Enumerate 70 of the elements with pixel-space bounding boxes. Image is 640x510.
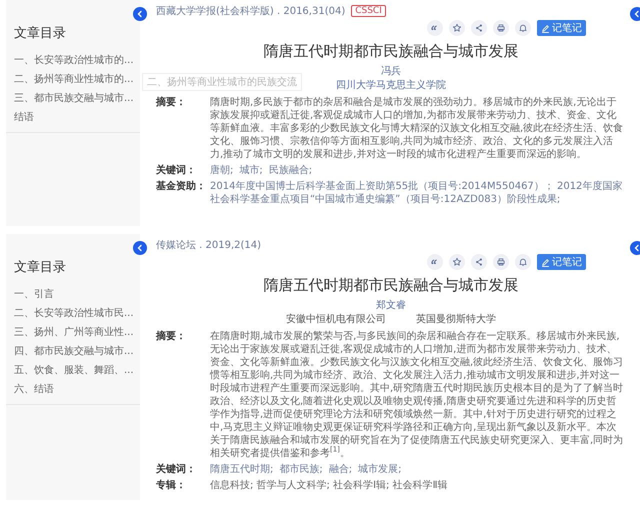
favorite-button[interactable] (449, 20, 465, 36)
chevron-left-icon (633, 10, 640, 18)
star-icon (452, 257, 462, 267)
note-button[interactable]: 记笔记 (537, 254, 586, 270)
collapse-button[interactable] (133, 241, 147, 255)
keyword-link[interactable]: 都市民族; (279, 463, 323, 476)
print-icon (496, 23, 506, 33)
print-button[interactable] (493, 20, 509, 36)
keyword-link[interactable]: 城市; (239, 164, 263, 177)
author-link[interactable]: 郑文睿 (376, 299, 406, 313)
affiliation-link[interactable]: 四川大学马克思主义学院 (336, 79, 446, 93)
field-text: 在隋唐时期,城市发展的繁荣与否,与多民族间的杂居和融合存在一定联系。移居城市外来民族,无论出于家族发展或避乱迁徙,客观促成城市的人口增加,进而为都市发展带来劳动力、技术、资金、文化等新鲜血液。少数民族文化与汉族文化相互交融,彼此经济生活、饮食文化、服饰习惯等相互影响,共同为城市经济、政治、文化发展注入活力,推动城市文明发展和进步,并对这一时段城市进程产生重要而深远影响。其中,研究隋唐五代时期民族历史根本目的是为了了解当时政治、经济以及文化,随着进化史观以及唯物史观传播,隋唐史研究要通过先进和科学的历史哲学作为指导,进而促使研究理论方法和研究领域焕然一新。其中,针对于历史进行研究的过程之中,马克思主义辩证唯物史观更保证研究科学路径和正确方向,呈现出新气象以及新水平。本次关于隋唐民族融合和城市发展的研究旨在为了促使隋唐五代民族史研究更深入、更丰富,同时为相关研究者提供借鉴和参考$^{[1]}$。 (210, 330, 624, 460)
collapse-button[interactable] (630, 241, 640, 255)
share-button[interactable] (471, 254, 487, 270)
star-icon (452, 23, 462, 33)
cite-button[interactable] (427, 20, 443, 36)
field-label: 专辑： (156, 479, 187, 492)
field-text: 信息科技; 哲学与人文科学; 社会科学Ⅰ辑; 社会科学Ⅱ辑 (210, 479, 449, 492)
toc-link[interactable]: 一、引言 (14, 287, 136, 301)
keyword-link[interactable]: 隋唐五代时期; (210, 463, 274, 476)
toc-link[interactable]: 五、饮食、服装、舞蹈、... (14, 363, 136, 377)
toc-link[interactable]: 二、扬州等商业性城市的... (14, 72, 136, 86)
affiliation-link[interactable]: 英国曼彻斯特大学 (416, 313, 496, 327)
collapse-button[interactable] (133, 7, 147, 21)
collapse-button[interactable] (630, 7, 640, 21)
field-label: 摘要： (156, 330, 187, 344)
share-button[interactable] (471, 20, 487, 36)
favorite-button[interactable] (449, 254, 465, 270)
pencil-icon (541, 258, 550, 266)
toc-heading: 文章目录 (14, 259, 67, 276)
field-label: 关键词： (156, 164, 197, 177)
affiliation-link[interactable]: 安徽中恒机电有限公司 (286, 313, 386, 327)
toc-link[interactable]: 结语 (14, 110, 136, 124)
tooltip: 二、扬州等商业性城市的民族交流 (142, 73, 302, 91)
note-button[interactable]: 记笔记 (537, 20, 586, 36)
keyword-link[interactable]: 民族融合; (268, 164, 312, 177)
bell-icon (518, 257, 528, 267)
bell-icon (518, 23, 528, 33)
share-icon (474, 257, 484, 267)
toc-link[interactable]: 二、长安等政治性城市民... (14, 306, 136, 320)
notify-button[interactable] (515, 254, 531, 270)
toc-link[interactable]: 三、都市民族交融与城市... (14, 91, 136, 105)
keyword-link[interactable]: 唐朝; (210, 164, 234, 177)
toc-link[interactable]: 六、结语 (14, 382, 136, 396)
keyword-link[interactable]: 融合; (328, 463, 352, 476)
article-title: 隋唐五代时期都市民族融合与城市发展 (262, 276, 520, 295)
print-icon (496, 257, 506, 267)
index-badge: CSSCI (351, 5, 386, 17)
notify-button[interactable] (515, 20, 531, 36)
chevron-left-icon (136, 244, 144, 252)
share-icon (474, 23, 484, 33)
keyword-link[interactable]: 城市发展; (358, 463, 402, 476)
pencil-icon (541, 24, 550, 32)
toc-heading: 文章目录 (14, 25, 67, 42)
field-label: 摘要： (156, 96, 187, 110)
field-label: 关键词： (156, 463, 197, 476)
print-button[interactable] (493, 254, 509, 270)
article-title: 隋唐五代时期都市民族融合与城市发展 (262, 42, 520, 61)
journal-link[interactable]: 西藏大学学报(社会科学版) . 2016,31(04) (156, 4, 346, 18)
chevron-left-icon (633, 244, 640, 252)
author-link[interactable]: 冯兵 (381, 65, 401, 79)
chevron-left-icon (136, 10, 144, 18)
field-label: 基金资助： (156, 180, 207, 194)
toc-link[interactable]: 四、都市民族交融与城市... (14, 344, 136, 358)
journal-link[interactable]: 传媒论坛 . 2019,2(14) (156, 238, 262, 252)
toc-link[interactable]: 一、长安等政治性城市的... (14, 53, 136, 67)
toc-link[interactable]: 三、扬州、广州等商业性... (14, 325, 136, 339)
cite-button[interactable] (427, 254, 443, 270)
fund-text[interactable]: 2014年度中国博士后科学基金面上资助第55批（项目号:2014M550467）； 2012年度国家社会科学基金重点项目“中国城市通史编纂”（项目号:12AZD083）阶段性成果; (210, 180, 626, 206)
field-text: 隋唐时期,多民族于都市的杂居和融合是城市发展的强劲动力。移居城市的外来民族,无论出于家族发展抑或避乱迁徙,客观促成城市人口的增加,为都市发展带来劳动力、技术、资金、文化等新鲜血液。丰富多彩的少数民族文化与博大精深的汉族文化相互交融,彼此在经济生活、饮食文化、服饰习惯、宗教信仰等方面相互影响,共同为城市经济、政治、文化的多元发展注入活力,推动了城市文明的发展和进步,并对这一时段的城市化进程产生重要而深远的影响。 (210, 96, 624, 161)
